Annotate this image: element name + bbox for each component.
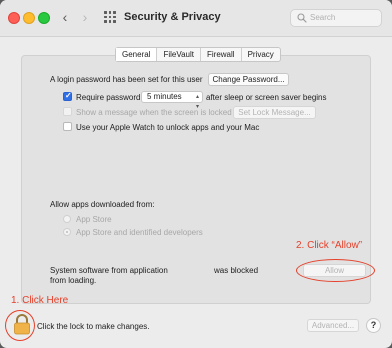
- radio-app-store-identified-developers[interactable]: [63, 228, 71, 236]
- radio-app-store-label: App Store: [76, 215, 112, 224]
- advanced-button[interactable]: Advanced...: [307, 319, 359, 332]
- set-lock-message-button[interactable]: Set Lock Message...: [233, 106, 316, 119]
- allow-apps-heading: Allow apps downloaded from:: [50, 200, 155, 209]
- tab-firewall[interactable]: Firewall: [200, 48, 241, 61]
- annotation-lock-highlight: [5, 310, 35, 341]
- require-password-delay-select[interactable]: 5 minutes ▴ ▾: [141, 91, 203, 110]
- require-password-suffix: after sleep or screen saver begins: [206, 93, 327, 102]
- close-window-button[interactable]: [8, 12, 20, 24]
- blocked-software-text-part2: was blocked: [214, 266, 259, 275]
- blocked-software-text-part3: from loading.: [50, 276, 97, 285]
- login-password-message: A login password has been set for this u…: [50, 75, 203, 84]
- radio-app-store-identified-developers-label: App Store and identified developers: [76, 228, 203, 237]
- change-password-button[interactable]: Change Password...: [208, 73, 289, 86]
- zoom-window-button[interactable]: [38, 12, 50, 24]
- tab-privacy[interactable]: Privacy: [240, 48, 280, 61]
- blocked-software-text-part1: System software from application: [50, 266, 168, 275]
- show-message-label: Show a message when the screen is locked: [76, 108, 232, 117]
- back-arrow-icon[interactable]: ‹: [58, 9, 72, 25]
- show-all-grid-icon[interactable]: [104, 11, 116, 23]
- annotation-allow-highlight: [296, 259, 375, 282]
- radio-app-store[interactable]: [63, 215, 71, 223]
- tab-bar: General FileVault Firewall Privacy: [115, 47, 281, 62]
- apple-watch-unlock-label: Use your Apple Watch to unlock apps and …: [76, 123, 260, 132]
- require-password-delay-value: 5 minutes: [147, 92, 182, 101]
- require-password-label: Require password: [76, 93, 141, 102]
- search-field[interactable]: Search: [290, 9, 382, 27]
- apple-watch-unlock-checkbox[interactable]: [63, 122, 72, 131]
- title-bar: ‹ › Security & Privacy Search: [0, 0, 392, 37]
- security-privacy-window: ‹ › Security & Privacy Search General Fi…: [0, 0, 392, 348]
- help-button[interactable]: ?: [366, 318, 381, 333]
- search-placeholder: Search: [310, 13, 336, 22]
- forward-arrow-icon[interactable]: ›: [78, 9, 92, 25]
- tab-general[interactable]: General: [116, 48, 157, 61]
- window-title: Security & Privacy: [124, 11, 221, 23]
- minimize-window-button[interactable]: [23, 12, 35, 24]
- show-message-checkbox[interactable]: [63, 107, 72, 116]
- require-password-checkbox[interactable]: [63, 91, 72, 101]
- search-icon: [297, 13, 307, 23]
- lock-message: Click the lock to make changes.: [37, 322, 150, 331]
- tab-filevault[interactable]: FileVault: [156, 48, 200, 61]
- annotation-step-1: 1. Click Here: [11, 295, 69, 306]
- annotation-step-2: 2. Click “Allow”: [296, 240, 363, 251]
